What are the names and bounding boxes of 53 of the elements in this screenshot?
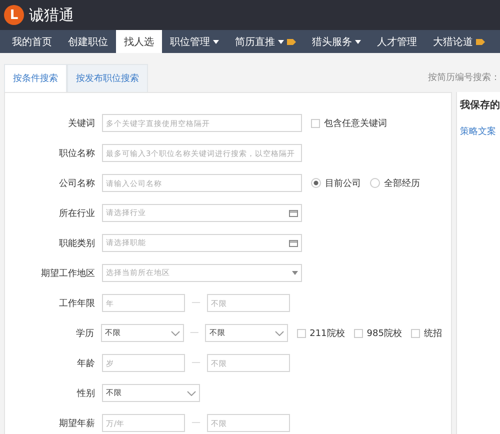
radio-label: 目前公司: [325, 178, 361, 190]
calendar-icon: [289, 240, 298, 246]
search-tab[interactable]: 按条件搜索: [4, 64, 67, 92]
nav-tab[interactable]: 人才管理: [369, 30, 425, 53]
range-dash: —: [190, 418, 202, 428]
range-dash: —: [188, 328, 200, 338]
search-tab[interactable]: 按发布职位搜索: [67, 64, 148, 92]
caret-icon: [278, 40, 284, 44]
range-dash: —: [190, 298, 202, 308]
checkbox[interactable]: [296, 328, 306, 338]
chevron-icon: [170, 330, 180, 336]
nav-tab[interactable]: 找人选: [116, 30, 162, 53]
nav-tab[interactable]: 我的首页: [4, 30, 60, 53]
nav-tab[interactable]: 猎头服务: [304, 30, 369, 53]
caret-icon: [292, 271, 298, 275]
caret-icon: [355, 40, 361, 44]
strategy-link[interactable]: 策略文案: [460, 125, 500, 138]
logo-icon: L: [4, 5, 24, 25]
field-label: 工作年限: [58, 298, 95, 310]
field-label: 所在行业: [58, 208, 95, 220]
field-label: 期望工作地区: [40, 268, 95, 280]
caret-icon: [213, 40, 219, 44]
tag-icon: [287, 38, 296, 46]
checkbox[interactable]: [410, 328, 420, 338]
chevron-icon: [274, 330, 284, 336]
nav-tab[interactable]: 创建职位: [60, 30, 116, 53]
panel-title: 我保存的: [460, 98, 500, 112]
nav-tab[interactable]: 职位管理: [162, 30, 227, 53]
nav-tab[interactable]: 大猎论道: [425, 30, 493, 53]
field-label: 学历: [75, 328, 94, 340]
checkbox-label: 211院校: [310, 328, 345, 340]
field-label: 公司名称: [58, 178, 95, 190]
field-label: 性别: [76, 388, 95, 400]
radio-label: 全部经历: [384, 178, 420, 190]
range-dash: —: [190, 358, 202, 368]
chevron-icon: [187, 390, 196, 396]
radio-button[interactable]: [311, 178, 321, 188]
brand-name: 诚猎通: [29, 6, 74, 24]
checkbox[interactable]: [311, 118, 320, 128]
calendar-icon: [289, 210, 298, 216]
field-label: 职位名称: [58, 148, 95, 160]
checkbox-label: 985院校: [366, 328, 402, 340]
checkbox-label: 统招: [424, 328, 442, 340]
checkbox[interactable]: [354, 328, 363, 338]
field-label: 期望年薪: [58, 418, 95, 430]
field-label: 年龄: [76, 358, 95, 370]
field-label: 职能类别: [58, 238, 95, 250]
resume-search-label: 按简历编号搜索：: [428, 72, 500, 84]
tag-icon: [476, 38, 485, 46]
field-label: 关键词: [67, 118, 95, 130]
nav-tab[interactable]: 简历直推: [227, 30, 304, 53]
checkbox-label: 包含任意关键词: [324, 118, 387, 130]
radio-button[interactable]: [370, 178, 380, 188]
